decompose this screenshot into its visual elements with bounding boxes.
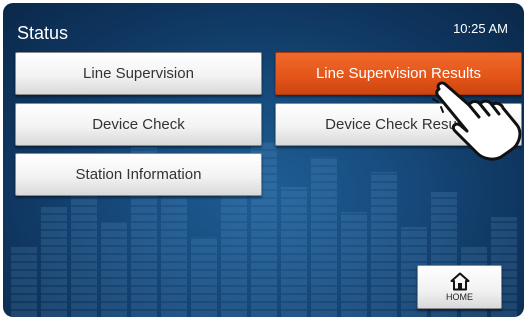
line-supervision-results-button[interactable]: Line Supervision Results — [275, 52, 522, 95]
device-check-button[interactable]: Device Check — [15, 103, 262, 146]
home-icon — [450, 272, 469, 291]
home-label: HOME — [446, 292, 473, 302]
clock: 10:25 AM — [453, 21, 508, 36]
page-title: Status — [17, 23, 69, 43]
station-information-button[interactable]: Station Information — [15, 153, 262, 196]
device-check-results-button[interactable]: Device Check Results — [275, 103, 522, 146]
status-screen: Status 10:25 AM Line Supervision Line Su… — [3, 3, 524, 317]
line-supervision-button[interactable]: Line Supervision — [15, 52, 262, 95]
home-button[interactable]: HOME — [417, 265, 502, 309]
